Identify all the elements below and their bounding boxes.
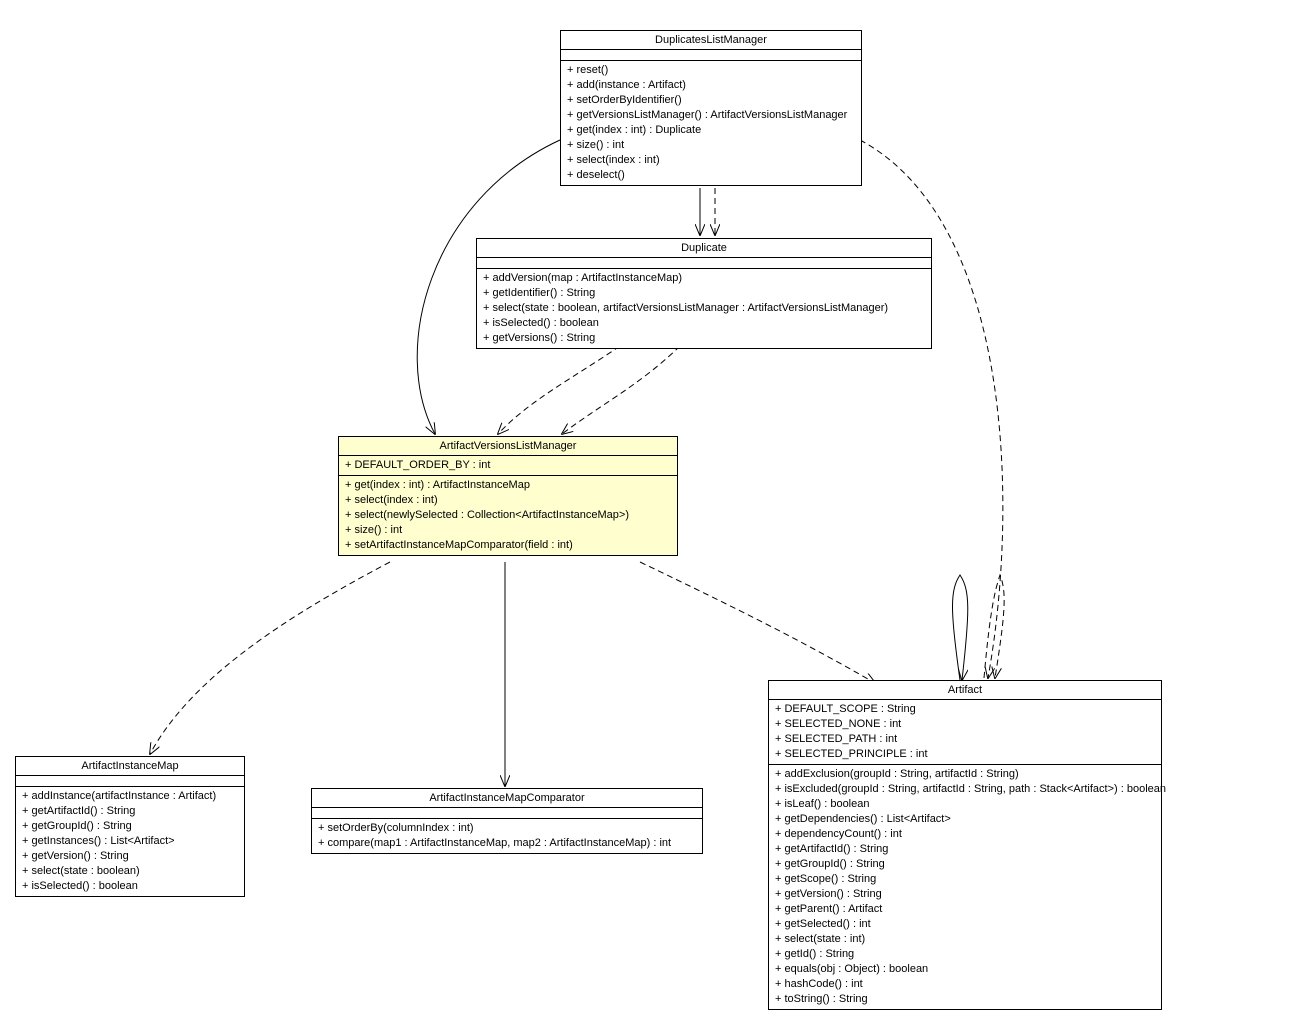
method: + add(instance : Artifact) [567, 78, 855, 93]
method: + select(state : boolean, artifactVersio… [483, 301, 925, 316]
method: + compare(map1 : ArtifactInstanceMap, ma… [318, 836, 696, 851]
method: + getVersion() : String [22, 849, 238, 864]
method: + isSelected() : boolean [483, 316, 925, 331]
class-methods: + get(index : int) : ArtifactInstanceMap… [339, 476, 677, 555]
attribute: + SELECTED_NONE : int [775, 717, 1155, 732]
method: + select(state : int) [775, 932, 1155, 947]
method: + toString() : String [775, 992, 1155, 1007]
class-duplicate: Duplicate + addVersion(map : ArtifactIns… [476, 238, 932, 349]
class-attributes [561, 50, 861, 61]
method: + size() : int [567, 138, 855, 153]
class-methods: + addExclusion(groupId : String, artifac… [769, 765, 1161, 1009]
method: + select(index : int) [567, 153, 855, 168]
class-duplicates-list-manager: DuplicatesListManager + reset() + add(in… [560, 30, 862, 186]
method: + setArtifactInstanceMapComparator(field… [345, 538, 671, 553]
method: + isSelected() : boolean [22, 879, 238, 894]
method: + isExcluded(groupId : String, artifactI… [775, 782, 1155, 797]
class-attributes [477, 258, 931, 269]
class-name: Duplicate [477, 239, 931, 258]
class-attributes [16, 776, 244, 787]
method: + addVersion(map : ArtifactInstanceMap) [483, 271, 925, 286]
method: + size() : int [345, 523, 671, 538]
class-artifact-instance-map: ArtifactInstanceMap + addInstance(artifa… [15, 756, 245, 897]
method: + getScope() : String [775, 872, 1155, 887]
method: + getArtifactId() : String [775, 842, 1155, 857]
method: + getId() : String [775, 947, 1155, 962]
class-methods: + addInstance(artifactInstance : Artifac… [16, 787, 244, 896]
method: + equals(obj : Object) : boolean [775, 962, 1155, 977]
class-methods: + setOrderBy(columnIndex : int) + compar… [312, 819, 702, 853]
class-name: ArtifactVersionsListManager [339, 437, 677, 456]
attribute: + SELECTED_PATH : int [775, 732, 1155, 747]
class-attributes [312, 808, 702, 819]
class-artifact-versions-list-manager: ArtifactVersionsListManager + DEFAULT_OR… [338, 436, 678, 556]
method: + select(newlySelected : Collection<Arti… [345, 508, 671, 523]
method: + getIdentifier() : String [483, 286, 925, 301]
method: + addExclusion(groupId : String, artifac… [775, 767, 1155, 782]
class-attributes: + DEFAULT_SCOPE : String + SELECTED_NONE… [769, 700, 1161, 765]
method: + getParent() : Artifact [775, 902, 1155, 917]
method: + getVersion() : String [775, 887, 1155, 902]
method: + getInstances() : List<Artifact> [22, 834, 238, 849]
class-attributes: + DEFAULT_ORDER_BY : int [339, 456, 677, 476]
method: + select(index : int) [345, 493, 671, 508]
method: + reset() [567, 63, 855, 78]
method: + deselect() [567, 168, 855, 183]
method: + setOrderByIdentifier() [567, 93, 855, 108]
method: + getGroupId() : String [775, 857, 1155, 872]
method: + getDependencies() : List<Artifact> [775, 812, 1155, 827]
method: + dependencyCount() : int [775, 827, 1155, 842]
class-methods: + reset() + add(instance : Artifact) + s… [561, 61, 861, 185]
method: + get(index : int) : Duplicate [567, 123, 855, 138]
method: + select(state : boolean) [22, 864, 238, 879]
attribute: + DEFAULT_ORDER_BY : int [345, 458, 671, 473]
method: + addInstance(artifactInstance : Artifac… [22, 789, 238, 804]
method: + getVersionsListManager() : ArtifactVer… [567, 108, 855, 123]
attribute: + SELECTED_PRINCIPLE : int [775, 747, 1155, 762]
method: + getVersions() : String [483, 331, 925, 346]
class-name: ArtifactInstanceMapComparator [312, 789, 702, 808]
method: + getGroupId() : String [22, 819, 238, 834]
class-name: Artifact [769, 681, 1161, 700]
method: + getSelected() : int [775, 917, 1155, 932]
class-artifact-instance-map-comparator: ArtifactInstanceMapComparator + setOrder… [311, 788, 703, 854]
method: + get(index : int) : ArtifactInstanceMap [345, 478, 671, 493]
class-name: ArtifactInstanceMap [16, 757, 244, 776]
method: + setOrderBy(columnIndex : int) [318, 821, 696, 836]
method: + isLeaf() : boolean [775, 797, 1155, 812]
class-artifact: Artifact + DEFAULT_SCOPE : String + SELE… [768, 680, 1162, 1010]
class-name: DuplicatesListManager [561, 31, 861, 50]
method: + getArtifactId() : String [22, 804, 238, 819]
class-methods: + addVersion(map : ArtifactInstanceMap) … [477, 269, 931, 348]
method: + hashCode() : int [775, 977, 1155, 992]
attribute: + DEFAULT_SCOPE : String [775, 702, 1155, 717]
